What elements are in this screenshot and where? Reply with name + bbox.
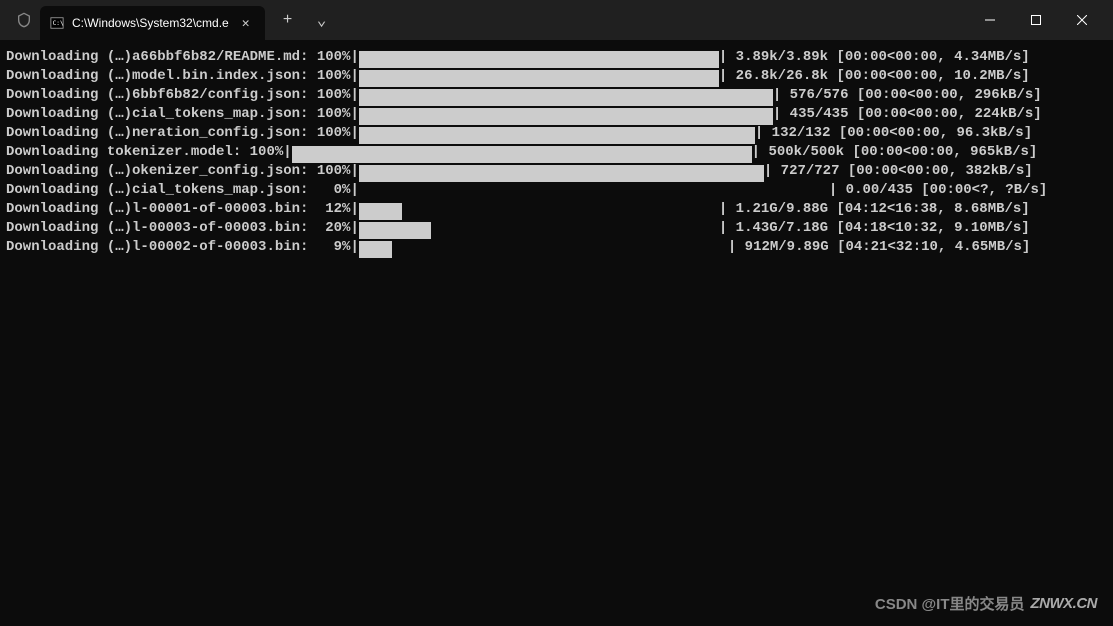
- progress-fill: [359, 89, 773, 106]
- download-label: Downloading (…)cial_tokens_map.json: 0%|: [6, 181, 359, 200]
- download-stats: | 435/435 [00:00<00:00, 224kB/s]: [773, 105, 1042, 124]
- download-row: Downloading (…)cial_tokens_map.json: 100…: [6, 105, 1107, 124]
- download-label: Downloading (…)6bbf6b82/config.json: 100…: [6, 86, 359, 105]
- download-row: Downloading tokenizer.model: 100%| | 500k…: [6, 143, 1107, 162]
- progress-fill: [359, 51, 719, 68]
- titlebar-left: C:\ C:\Windows\System32\cmd.e ✕ + ⌄: [8, 0, 337, 40]
- progress-bar: [359, 203, 719, 220]
- progress-fill: [359, 165, 764, 182]
- terminal-output: Downloading (…)a66bbf6b82/README.md: 100…: [0, 40, 1113, 265]
- close-button[interactable]: [1059, 4, 1105, 36]
- cmd-icon: C:\: [50, 16, 64, 30]
- progress-bar: [359, 51, 719, 68]
- download-label: Downloading (…)l-00003-of-00003.bin: 20%…: [6, 219, 359, 238]
- download-row: Downloading (…)neration_config.json: 100…: [6, 124, 1107, 143]
- tab-title: C:\Windows\System32\cmd.e: [72, 16, 229, 30]
- progress-fill: [359, 222, 431, 239]
- progress-bar: [359, 127, 755, 144]
- download-stats: | 576/576 [00:00<00:00, 296kB/s]: [773, 86, 1042, 105]
- new-tab-button[interactable]: +: [273, 5, 303, 35]
- minimize-button[interactable]: [967, 4, 1013, 36]
- download-row: Downloading (…)l-00001-of-00003.bin: 12%…: [6, 200, 1107, 219]
- watermark-text: CSDN @IT里的交易员: [875, 593, 1025, 614]
- progress-fill: [292, 146, 752, 163]
- progress-bar: [359, 184, 829, 201]
- shield-icon: [14, 10, 34, 30]
- progress-bar: [359, 108, 773, 125]
- download-label: Downloading (…)l-00002-of-00003.bin: 9%|: [6, 238, 359, 257]
- progress-fill: [359, 70, 719, 87]
- progress-fill: [359, 108, 773, 125]
- download-stats: | 727/727 [00:00<00:00, 382kB/s]: [764, 162, 1033, 181]
- download-row: Downloading (…)l-00002-of-00003.bin: 9%|…: [6, 238, 1107, 257]
- progress-bar: [359, 89, 773, 106]
- download-row: Downloading (…)model.bin.index.json: 100…: [6, 67, 1107, 86]
- maximize-button[interactable]: [1013, 4, 1059, 36]
- download-stats: | 1.21G/9.88G [04:12<16:38, 8.68MB/s]: [719, 200, 1030, 219]
- tab-close-button[interactable]: ✕: [237, 14, 255, 33]
- watermark-logo: ZNWX.CN: [1031, 595, 1098, 612]
- download-stats: | 3.89k/3.89k [00:00<00:00, 4.34MB/s]: [719, 48, 1030, 67]
- download-stats: | 1.43G/7.18G [04:18<10:32, 9.10MB/s]: [719, 219, 1030, 238]
- progress-fill: [359, 203, 402, 220]
- progress-bar: [359, 165, 764, 182]
- progress-bar: [359, 241, 728, 258]
- download-stats: | 500k/500k [00:00<00:00, 965kB/s]: [752, 143, 1038, 162]
- download-row: Downloading (…)okenizer_config.json: 100…: [6, 162, 1107, 181]
- download-label: Downloading (…)l-00001-of-00003.bin: 12%…: [6, 200, 359, 219]
- download-row: Downloading (…)a66bbf6b82/README.md: 100…: [6, 48, 1107, 67]
- download-stats: | 26.8k/26.8k [00:00<00:00, 10.2MB/s]: [719, 67, 1030, 86]
- download-stats: | 912M/9.89G [04:21<32:10, 4.65MB/s]: [728, 238, 1030, 257]
- progress-bar: [359, 70, 719, 87]
- download-label: Downloading (…)cial_tokens_map.json: 100…: [6, 105, 359, 124]
- progress-fill: [359, 127, 755, 144]
- download-label: Downloading (…)okenizer_config.json: 100…: [6, 162, 359, 181]
- svg-text:C:\: C:\: [53, 20, 64, 27]
- download-label: Downloading tokenizer.model: 100%|: [6, 143, 292, 162]
- active-tab[interactable]: C:\ C:\Windows\System32\cmd.e ✕: [40, 6, 265, 40]
- tab-actions: + ⌄: [273, 5, 337, 35]
- download-stats: | 132/132 [00:00<00:00, 96.3kB/s]: [755, 124, 1032, 143]
- download-row: Downloading (…)6bbf6b82/config.json: 100…: [6, 86, 1107, 105]
- titlebar: C:\ C:\Windows\System32\cmd.e ✕ + ⌄: [0, 0, 1113, 40]
- download-row: Downloading (…)l-00003-of-00003.bin: 20%…: [6, 219, 1107, 238]
- watermark: CSDN @IT里的交易员 ZNWX.CN: [875, 593, 1097, 614]
- download-label: Downloading (…)a66bbf6b82/README.md: 100…: [6, 48, 359, 67]
- progress-fill: [359, 241, 392, 258]
- download-stats: | 0.00/435 [00:00<?, ?B/s]: [829, 181, 1047, 200]
- download-row: Downloading (…)cial_tokens_map.json: 0%|…: [6, 181, 1107, 200]
- progress-bar: [359, 222, 719, 239]
- download-label: Downloading (…)model.bin.index.json: 100…: [6, 67, 359, 86]
- download-label: Downloading (…)neration_config.json: 100…: [6, 124, 359, 143]
- progress-bar: [292, 146, 752, 163]
- tab-dropdown-button[interactable]: ⌄: [307, 5, 337, 35]
- window-controls: [967, 0, 1105, 40]
